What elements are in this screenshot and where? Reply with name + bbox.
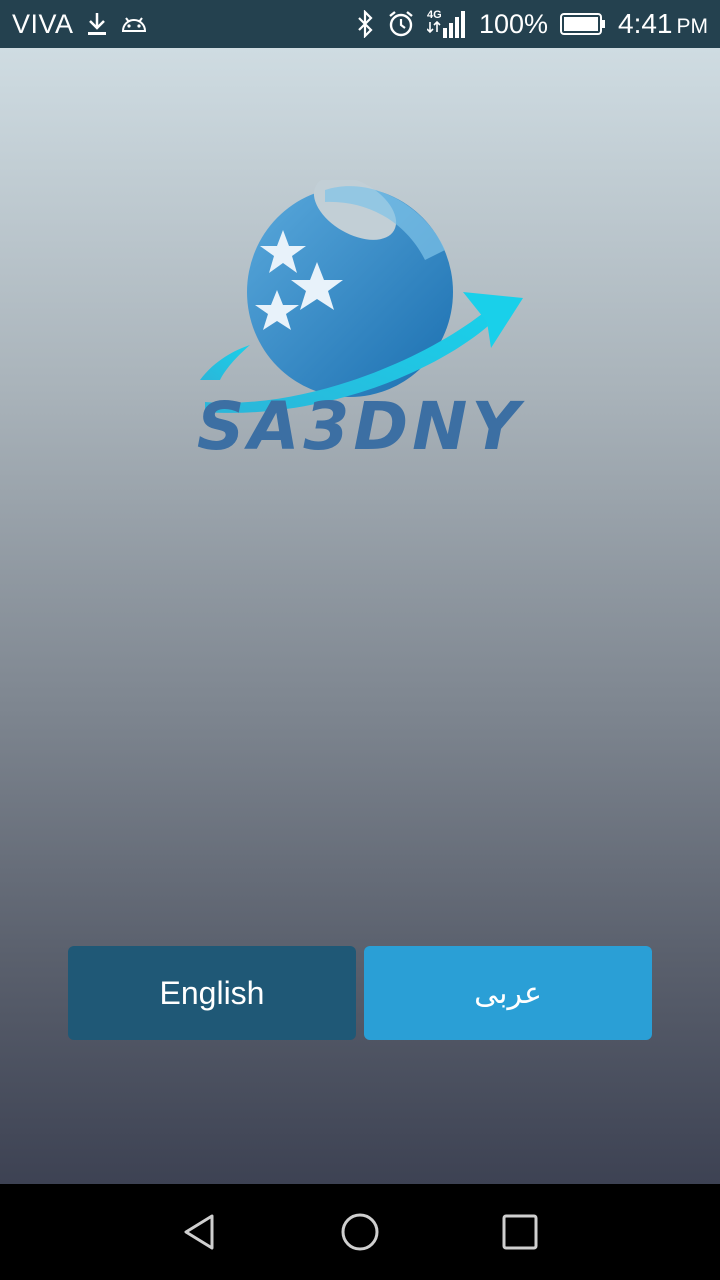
clock: 4:41 PM: [618, 8, 708, 40]
status-left: VIVA: [12, 9, 148, 40]
arabic-button[interactable]: عربى: [364, 946, 652, 1040]
brand-name: SA3DNY: [196, 388, 524, 465]
network-label: 4G: [427, 9, 442, 21]
back-icon[interactable]: [172, 1204, 228, 1260]
android-icon: [120, 13, 148, 35]
status-bar: VIVA 4G 100% 4:41 PM: [0, 0, 720, 48]
recents-icon[interactable]: [492, 1204, 548, 1260]
navigation-bar: [0, 1184, 720, 1280]
main-content: SA3DNY English عربى: [0, 48, 720, 1184]
clock-suffix: PM: [676, 15, 709, 38]
battery-icon: [560, 12, 606, 36]
status-right: 4G 100% 4:41 PM: [355, 8, 708, 40]
screen: VIVA 4G 100% 4:41 PM SA3DNY English عربى: [0, 0, 720, 1280]
home-icon[interactable]: [332, 1204, 388, 1260]
alarm-icon: [387, 10, 415, 38]
bluetooth-icon: [355, 10, 375, 38]
language-selector: English عربى: [68, 946, 652, 1040]
clock-time: 4:41: [618, 8, 673, 39]
battery-percent: 100%: [478, 8, 548, 39]
english-button[interactable]: English: [68, 946, 356, 1040]
signal-icon: 4G: [426, 8, 467, 40]
download-icon: [86, 11, 108, 37]
carrier-name: VIVA: [12, 8, 74, 39]
